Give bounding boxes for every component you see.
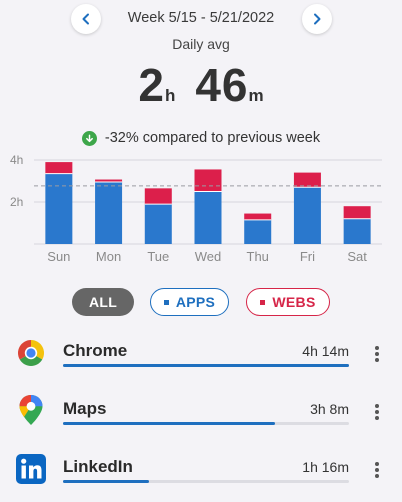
bar-webs [343,206,371,219]
bar-apps [45,173,73,244]
avg-hours: 2 [138,59,165,111]
app-row-linkedin[interactable]: LinkedIn 1h 16m [0,444,402,502]
daily-avg-total: 2h 46m [0,58,402,112]
week-label: Week 5/15 - 5/21/2022 [127,10,275,26]
avg-minutes: 46 [195,59,249,111]
bar-apps [343,218,371,244]
filter-all-button[interactable]: ALL [72,288,134,316]
week-selector: Week 5/15 - 5/21/2022 [0,4,402,34]
x-tick-label: Sat [347,249,367,264]
usage-bar-fill [63,422,275,425]
y-tick-label: 4h [10,153,23,167]
app-name: Chrome [63,341,128,360]
arrow-down-icon [81,130,97,146]
filter-webs-button[interactable]: WEBS [246,288,330,316]
usage-chart: 4h 2h Sun Mon Tue Wed Thu Fri Sat [0,152,402,270]
app-time: 1h 16m [302,459,349,475]
bar-apps [293,187,321,244]
filter-apps-label: APPS [175,294,216,310]
daily-avg-label: Daily avg [172,36,230,52]
y-tick-label: 2h [10,195,23,209]
more-options-icon[interactable] [372,402,382,422]
bar-apps [244,219,272,244]
bar-apps [144,204,172,244]
filter-all-label: ALL [88,294,118,310]
apps-square-icon [163,299,169,305]
x-tick-label: Sun [47,249,70,264]
weekly-comparison: -32% compared to previous week [0,130,402,146]
app-row-maps[interactable]: Maps 3h 8m [0,386,402,444]
usage-bar-fill [63,480,149,483]
avg-minutes-unit: m [248,86,264,105]
app-name: Maps [63,399,107,418]
usage-bar [63,364,349,367]
bar-webs [144,188,172,205]
comparison-text: -32% compared to previous week [104,130,321,146]
x-tick-label: Fri [300,249,315,264]
linkedin-icon [14,452,48,486]
bar-apps [95,182,123,244]
more-options-icon[interactable] [372,460,382,480]
usage-bar [63,422,349,425]
more-options-icon[interactable] [372,344,382,364]
bar-webs [194,169,222,192]
avg-hours-unit: h [164,86,176,105]
app-time: 4h 14m [302,343,349,359]
x-tick-label: Wed [195,249,222,264]
x-tick-label: Tue [147,249,169,264]
bar-apps [194,191,222,244]
google-maps-icon [14,393,48,427]
x-tick-label: Mon [96,249,121,264]
chevron-right-icon [314,13,321,25]
x-tick-label: Thu [247,249,269,264]
bar-webs [244,213,272,220]
app-row-chrome[interactable]: Chrome 4h 14m [0,328,402,386]
usage-bar-chart: 4h 2h Sun Mon Tue Wed Thu Fri Sat [10,153,382,264]
webs-square-icon [260,299,266,305]
next-week-button[interactable] [302,4,332,34]
app-name: LinkedIn [63,457,133,476]
usage-bar-fill [63,364,349,367]
bar-webs [45,162,73,174]
filter-bar: ALL APPS WEBS [0,288,402,318]
chrome-icon [14,336,48,370]
filter-webs-label: WEBS [272,294,316,310]
filter-apps-button[interactable]: APPS [150,288,229,316]
usage-bar [63,480,349,483]
app-time: 3h 8m [310,401,349,417]
bar-webs [293,172,321,188]
